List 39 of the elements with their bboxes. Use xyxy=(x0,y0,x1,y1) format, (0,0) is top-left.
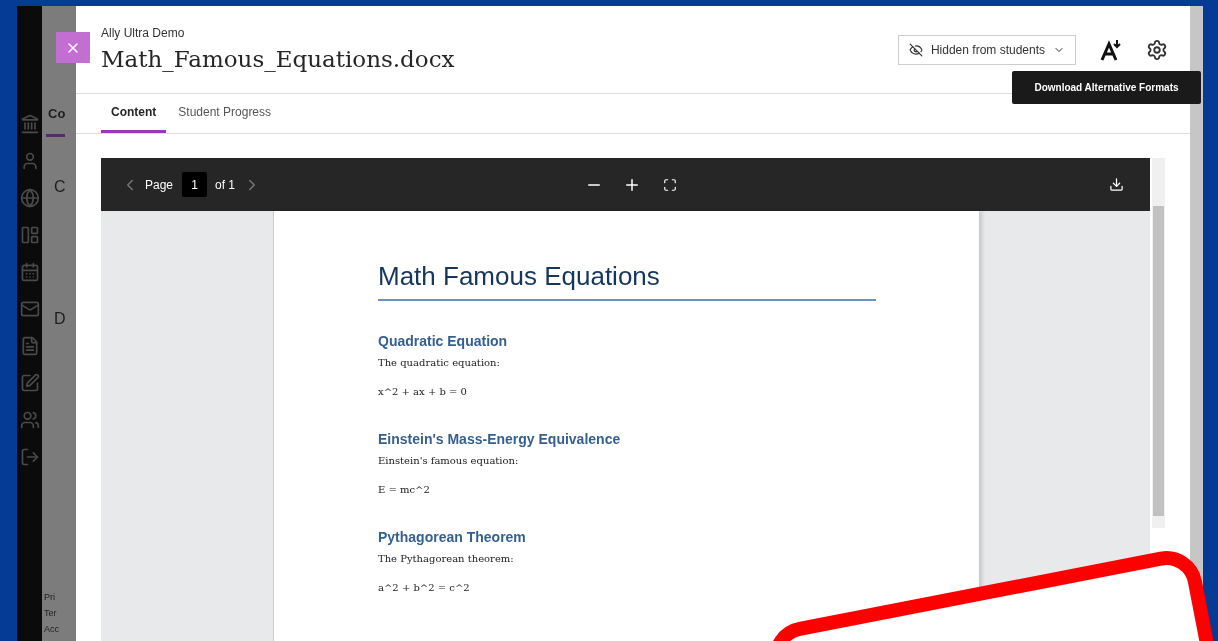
tooltip: Download Alternative Formats xyxy=(1012,71,1201,104)
fullscreen-icon[interactable] xyxy=(663,177,678,192)
body-text: Einstein's famous equation: xyxy=(378,454,520,468)
formula-text: E = mc^2 xyxy=(378,483,431,497)
section-heading: D xyxy=(54,308,67,329)
section-title: Pythagorean Theorem xyxy=(378,528,527,547)
page-label: Page xyxy=(145,176,174,194)
eye-slash-icon xyxy=(908,43,923,57)
nav-icon[interactable] xyxy=(19,188,40,208)
document-title: Math_Famous_Equations.docx xyxy=(101,45,455,74)
close-button[interactable] xyxy=(56,32,90,63)
page-count: of 1 xyxy=(215,176,236,194)
nav-icon[interactable] xyxy=(19,114,40,134)
formula-text: a^2 + b^2 = c^2 xyxy=(378,581,471,595)
visibility-dropdown[interactable]: Hidden from students xyxy=(897,35,1076,65)
body-text: The Pythagorean theorem: xyxy=(378,552,515,566)
nav-icon[interactable] xyxy=(19,262,40,282)
page-number-field[interactable]: 1 xyxy=(182,172,208,197)
footer-link[interactable]: Ter xyxy=(44,605,76,621)
tab[interactable]: Student Progress xyxy=(176,94,274,133)
nav-icon[interactable] xyxy=(19,410,40,430)
nav-icon[interactable] xyxy=(19,225,40,245)
download-icon[interactable] xyxy=(1109,177,1124,192)
section-title: Einstein's Mass-Energy Equivalence xyxy=(378,430,622,449)
nav-icon[interactable] xyxy=(19,299,40,319)
document-heading: Math Famous Equations xyxy=(378,257,876,301)
nav-icon[interactable] xyxy=(19,373,40,393)
section-heading: C xyxy=(54,176,67,197)
footer-link[interactable]: Pri xyxy=(44,589,76,605)
tab[interactable]: Content xyxy=(101,94,167,133)
section-title: Quadratic Equation xyxy=(378,332,509,351)
footer-link[interactable]: Acc xyxy=(44,621,76,637)
formula-text: x^2 + ax + b = 0 xyxy=(378,385,468,399)
course-tab[interactable]: Co xyxy=(46,104,66,137)
settings-icon[interactable] xyxy=(1146,39,1168,61)
body-text: The quadratic equation: xyxy=(378,356,501,370)
nav-icon[interactable] xyxy=(19,447,40,467)
download-formats-icon[interactable] xyxy=(1100,39,1122,61)
course-name: Ally Ultra Demo xyxy=(101,25,186,42)
